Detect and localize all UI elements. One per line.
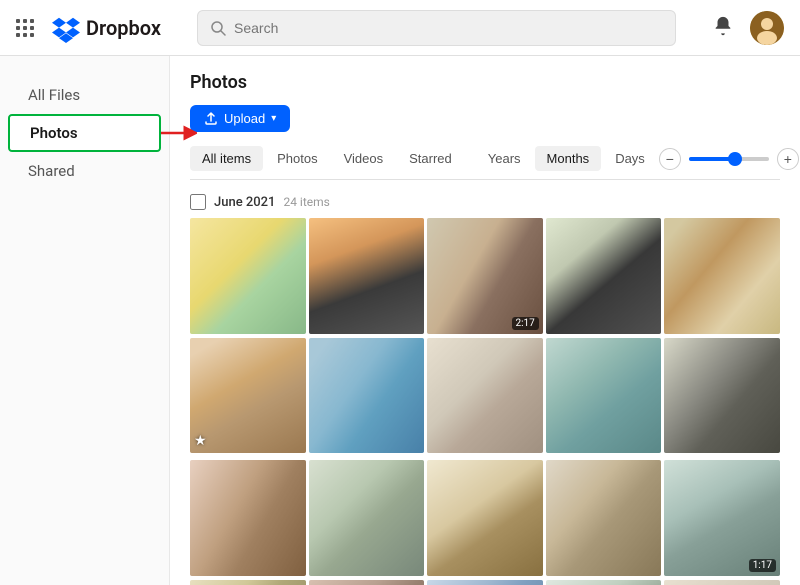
photo-cell[interactable] xyxy=(309,338,425,454)
main-content: Photos Upload ▾ All items Photos Videos … xyxy=(170,56,800,585)
notifications-icon[interactable] xyxy=(712,15,734,41)
upload-label: Upload xyxy=(224,111,265,126)
zoom-out-button[interactable]: − xyxy=(659,148,681,170)
photo-cell[interactable] xyxy=(546,338,662,454)
zoom-slider[interactable] xyxy=(689,157,769,161)
photo-grid-row-3: 1:17 xyxy=(190,460,780,576)
photo-grid-row-4 xyxy=(190,580,780,585)
topnav-icons xyxy=(712,11,784,45)
tab-days[interactable]: Days xyxy=(603,146,657,171)
zoom-controls: − + xyxy=(659,148,799,170)
photo-cell[interactable] xyxy=(190,580,306,585)
photo-cell[interactable] xyxy=(309,218,425,334)
tab-starred[interactable]: Starred xyxy=(397,146,464,171)
user-avatar[interactable] xyxy=(750,11,784,45)
upload-chevron-icon: ▾ xyxy=(271,113,276,124)
photo-cell[interactable] xyxy=(546,460,662,576)
section-select-all[interactable] xyxy=(190,194,206,210)
photo-cell[interactable] xyxy=(546,218,662,334)
sidebar: All Files Photos Shared xyxy=(0,56,170,585)
app-name: Dropbox xyxy=(86,16,161,40)
page-title: Photos xyxy=(190,72,780,93)
photo-cell[interactable]: 2:17 xyxy=(427,218,543,334)
photo-cell[interactable] xyxy=(427,580,543,585)
search-icon xyxy=(210,20,226,36)
photo-cell[interactable] xyxy=(664,218,780,334)
sidebar-item-all-files[interactable]: All Files xyxy=(8,78,161,112)
photo-grid-row-1: 2:17 xyxy=(190,218,780,334)
photo-cell[interactable]: 1:17 xyxy=(664,460,780,576)
topnav: Dropbox xyxy=(0,0,800,56)
upload-icon xyxy=(204,112,218,126)
tab-months[interactable]: Months xyxy=(535,146,602,171)
photo-cell[interactable] xyxy=(309,580,425,585)
tab-photos[interactable]: Photos xyxy=(265,146,329,171)
layout: All Files Photos Shared Photos xyxy=(0,56,800,585)
sidebar-item-shared[interactable]: Shared xyxy=(8,154,161,188)
grid-menu-icon[interactable] xyxy=(16,19,34,37)
zoom-in-button[interactable]: + xyxy=(777,148,799,170)
sidebar-item-photos[interactable]: Photos xyxy=(8,114,161,152)
filter-tabs: All items Photos Videos Starred Years Mo… xyxy=(190,146,780,180)
search-bar[interactable] xyxy=(197,10,676,46)
arrow-annotation xyxy=(159,123,197,143)
dropbox-logo: Dropbox xyxy=(52,15,161,41)
tab-videos[interactable]: Videos xyxy=(332,146,396,171)
section-header: June 2021 24 items xyxy=(190,194,780,210)
tab-all-items[interactable]: All items xyxy=(190,146,263,171)
section-title: June 2021 xyxy=(214,195,275,210)
star-badge: ★ xyxy=(194,433,207,449)
video-duration-badge: 1:17 xyxy=(749,559,776,572)
search-input[interactable] xyxy=(234,20,663,36)
photo-cell[interactable] xyxy=(190,218,306,334)
photo-cell[interactable] xyxy=(664,580,780,585)
section-count: 24 items xyxy=(283,195,329,209)
photo-cell[interactable] xyxy=(427,338,543,454)
photo-grid-row-2: ★ xyxy=(190,338,780,454)
photo-cell[interactable] xyxy=(309,460,425,576)
photo-cell[interactable]: ★ xyxy=(190,338,306,454)
upload-button[interactable]: Upload ▾ xyxy=(190,105,290,132)
photo-cell[interactable] xyxy=(190,460,306,576)
photo-cell[interactable] xyxy=(546,580,662,585)
video-duration-badge: 2:17 xyxy=(512,317,539,330)
photo-cell[interactable] xyxy=(427,460,543,576)
tab-years[interactable]: Years xyxy=(476,146,533,171)
photo-cell[interactable] xyxy=(664,338,780,454)
